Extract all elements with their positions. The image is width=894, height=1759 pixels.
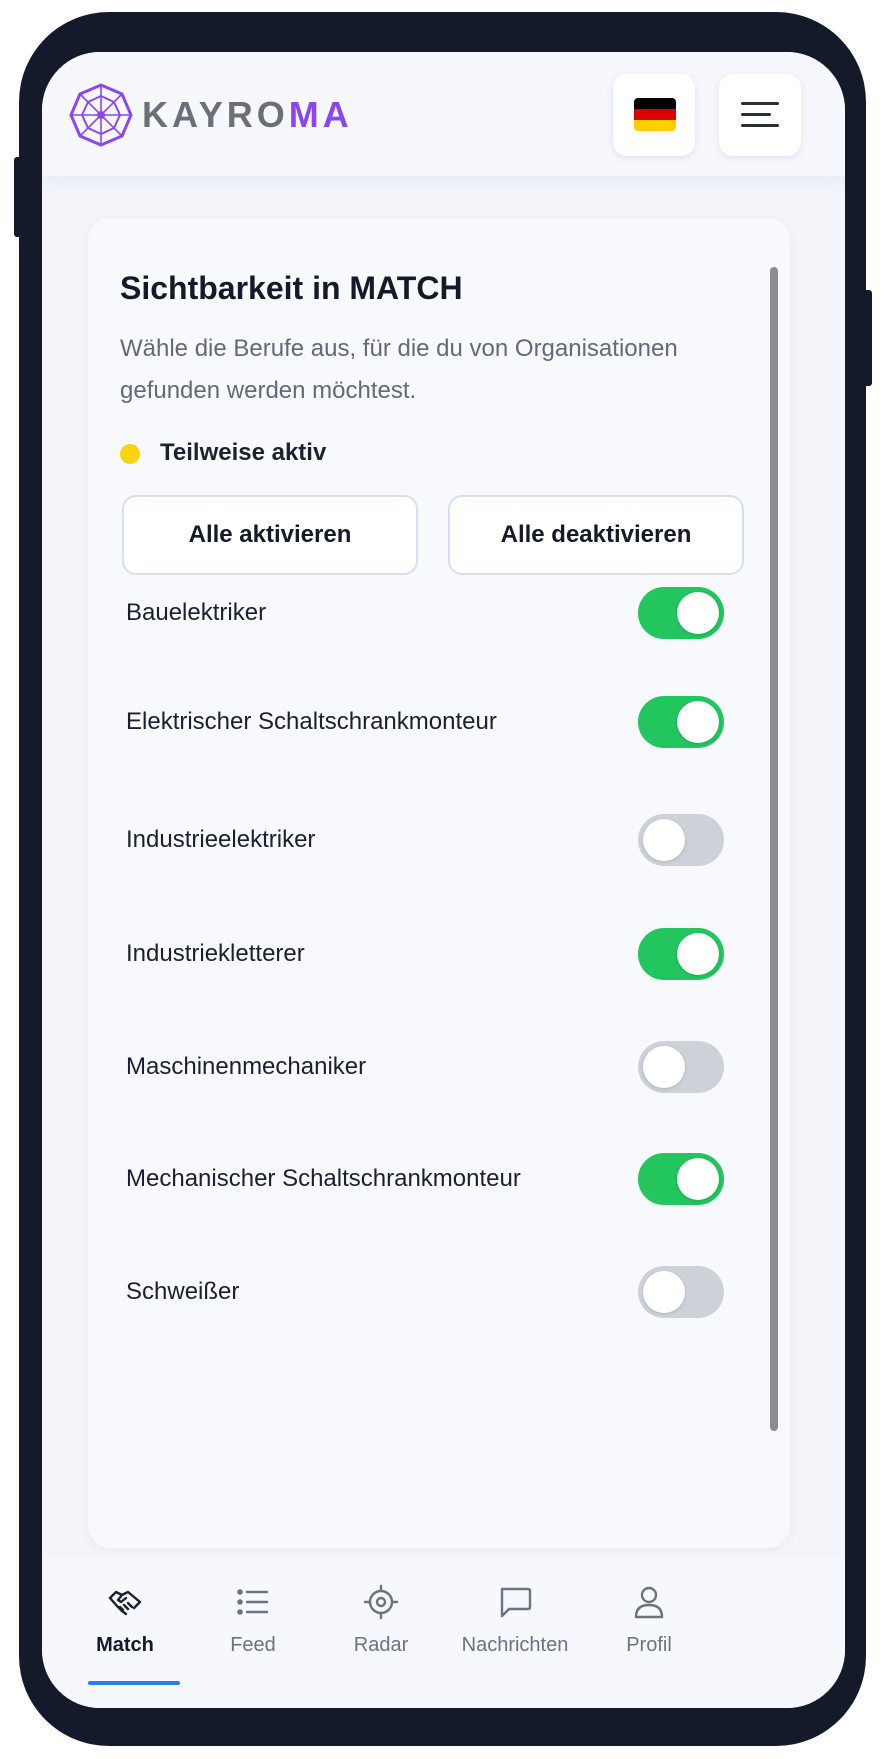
app-header: KAYROMA xyxy=(42,52,845,176)
job-toggle[interactable] xyxy=(638,1153,724,1205)
activate-all-button[interactable]: Alle aktivieren xyxy=(122,495,418,575)
nav-label-profile: Profil xyxy=(626,1634,672,1656)
toggle-knob xyxy=(643,1046,685,1088)
job-toggle[interactable] xyxy=(638,587,724,639)
card-title: Sichtbarkeit in MATCH xyxy=(120,270,463,306)
job-label: Industrieelektriker xyxy=(126,826,316,853)
nav-active-indicator xyxy=(88,1681,180,1685)
job-label: Maschinenmechaniker xyxy=(126,1053,367,1080)
job-label: Mechanischer Schaltschrankmonteur xyxy=(126,1165,521,1192)
toggle-knob xyxy=(677,592,719,634)
deactivate-all-button[interactable]: Alle deaktivieren xyxy=(448,495,744,575)
menu-button[interactable] xyxy=(719,74,801,156)
status-indicator-dot xyxy=(120,444,140,464)
phone-power-button xyxy=(862,290,872,386)
chat-bubble-icon xyxy=(500,1587,532,1618)
crosshair-icon xyxy=(363,1584,399,1620)
toggle-knob xyxy=(677,933,719,975)
hamburger-menu-icon xyxy=(741,100,779,130)
job-toggle[interactable] xyxy=(638,814,724,866)
job-label: Industriekletterer xyxy=(126,940,305,967)
toggle-knob xyxy=(677,1158,719,1200)
job-toggle[interactable] xyxy=(638,928,724,980)
german-flag-icon xyxy=(634,98,676,131)
toggle-knob xyxy=(643,819,685,861)
scrollbar[interactable] xyxy=(770,267,778,1431)
job-label: Schweißer xyxy=(126,1278,240,1305)
screen: KAYROMA Sichtbarkeit in MATCH Wähle die … xyxy=(42,52,845,1708)
visibility-card xyxy=(88,218,790,1548)
list-icon xyxy=(237,1589,269,1615)
status-label: Teilweise aktiv xyxy=(160,439,327,466)
nav-label-messages: Nachrichten xyxy=(461,1634,569,1656)
card-description: Wähle die Berufe aus, für die du von Org… xyxy=(120,335,678,404)
bottom-navigation: Match Feed Radar Nachrichten Profil xyxy=(42,1558,845,1708)
job-label: Bauelektriker xyxy=(126,599,267,626)
handshake-icon xyxy=(108,1590,142,1616)
kayroma-logo-icon xyxy=(69,83,133,147)
job-toggle[interactable] xyxy=(638,1266,724,1318)
job-toggle[interactable] xyxy=(638,696,724,748)
job-toggle[interactable] xyxy=(638,1041,724,1093)
nav-item-messages[interactable]: Nachrichten xyxy=(440,1558,590,1708)
user-icon xyxy=(634,1586,664,1619)
nav-label-radar: Radar xyxy=(353,1634,409,1656)
toggle-knob xyxy=(677,701,719,743)
toggle-knob xyxy=(643,1271,685,1313)
phone-side-button xyxy=(14,157,22,237)
language-button[interactable] xyxy=(613,74,695,156)
nav-item-radar[interactable]: Radar xyxy=(306,1558,456,1708)
job-label: Elektrischer Schaltschrankmonteur xyxy=(126,708,497,735)
brand-name: KAYROMA xyxy=(142,94,353,135)
nav-item-profile[interactable]: Profil xyxy=(574,1558,724,1708)
